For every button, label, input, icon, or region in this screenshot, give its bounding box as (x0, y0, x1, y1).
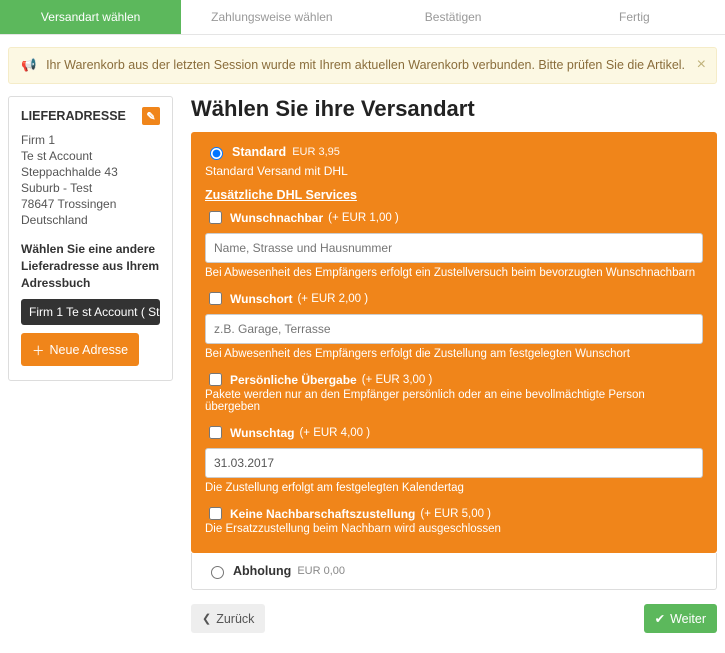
back-button[interactable]: ❮ Zurück (191, 604, 265, 633)
service-label: Keine Nachbarschaftszustellung (230, 507, 415, 521)
shipping-standard-radio[interactable] (210, 147, 223, 160)
plus-icon: ＋ (32, 340, 45, 359)
service-wunschort: Wunschort (+ EUR 2,00 ) Bei Abwesenheit … (205, 289, 703, 360)
edit-address-icon[interactable]: ✎ (142, 107, 160, 125)
megaphone-icon: 📢 (21, 58, 37, 72)
service-wunschtag: Wunschtag (+ EUR 4,00 ) Die Zustellung e… (205, 423, 703, 494)
service-keine-nachbarschaft: Keine Nachbarschaftszustellung (+ EUR 5,… (205, 504, 703, 535)
address-line: 78647 Trossingen (21, 197, 160, 211)
service-wunschnachbar: Wunschnachbar (+ EUR 1,00 ) Bei Abwesenh… (205, 208, 703, 279)
service-desc: Die Zustellung erfolgt am festgelegten K… (205, 482, 703, 494)
alert-close-icon[interactable]: × (697, 56, 706, 74)
service-price: (+ EUR 4,00 ) (299, 427, 370, 439)
service-wunschnachbar-input[interactable] (205, 233, 703, 263)
choose-other-address-label: Wählen Sie eine andere Lieferadresse aus… (21, 241, 160, 291)
service-wunschort-checkbox[interactable] (209, 292, 222, 305)
service-keine-nachbarschaft-checkbox[interactable] (209, 507, 222, 520)
shipping-standard-name: Standard (232, 145, 286, 159)
shipping-pickup-radio[interactable] (211, 566, 224, 579)
service-desc: Pakete werden nur an den Empfänger persö… (205, 389, 703, 413)
service-persoenliche-uebergabe: Persönliche Übergabe (+ EUR 3,00 ) Paket… (205, 370, 703, 413)
service-desc: Die Ersatzzustellung beim Nachbarn wird … (205, 523, 703, 535)
chevron-left-icon: ❮ (202, 612, 211, 625)
address-book-select[interactable]: Firm 1 Te st Account ( Step ▼ (21, 299, 160, 325)
check-icon: ✔ (655, 611, 665, 626)
shipping-standard-price: EUR 3,95 (292, 146, 340, 158)
shipping-pickup-price: EUR 0,00 (297, 565, 345, 577)
service-label: Wunschort (230, 292, 292, 306)
shipping-pickup-box: Abholung EUR 0,00 (191, 553, 717, 590)
address-line: Te st Account (21, 149, 160, 163)
dhl-services-title: Zusätzliche DHL Services (205, 188, 703, 202)
address-line: Deutschland (21, 213, 160, 227)
checkout-steps: Versandart wählen Zahlungsweise wählen B… (0, 0, 725, 35)
service-wunschtag-checkbox[interactable] (209, 426, 222, 439)
delivery-address-panel: LIEFERADRESSE ✎ Firm 1 Te st Account Ste… (8, 96, 173, 381)
step-done[interactable]: Fertig (544, 0, 725, 34)
service-label: Wunschnachbar (230, 211, 323, 225)
address-line: Firm 1 (21, 133, 160, 147)
new-address-button[interactable]: ＋ Neue Adresse (21, 333, 139, 366)
service-price: (+ EUR 2,00 ) (297, 293, 368, 305)
service-label: Persönliche Übergabe (230, 373, 357, 387)
address-line: Steppachhalde 43 (21, 165, 160, 179)
service-wunschort-input[interactable] (205, 314, 703, 344)
service-desc: Bei Abwesenheit des Empfängers erfolgt e… (205, 267, 703, 279)
delivery-address-title: LIEFERADRESSE (21, 109, 126, 123)
page-title: Wählen Sie ihre Versandart (191, 96, 717, 122)
address-select-value: Firm 1 Te st Account ( Step (29, 305, 160, 319)
service-price: (+ EUR 5,00 ) (420, 508, 491, 520)
service-label: Wunschtag (230, 426, 294, 440)
service-persoenliche-checkbox[interactable] (209, 373, 222, 386)
shipping-standard-desc: Standard Versand mit DHL (205, 164, 703, 178)
next-label: Weiter (670, 612, 706, 626)
service-price: (+ EUR 3,00 ) (362, 374, 433, 386)
shipping-pickup-name: Abholung (233, 564, 291, 578)
service-price: (+ EUR 1,00 ) (328, 212, 399, 224)
next-button[interactable]: ✔ Weiter (644, 604, 717, 633)
step-shipping[interactable]: Versandart wählen (0, 0, 181, 34)
cart-merged-alert: 📢 Ihr Warenkorb aus der letzten Session … (8, 47, 717, 84)
service-desc: Bei Abwesenheit des Empfängers erfolgt d… (205, 348, 703, 360)
back-label: Zurück (216, 612, 254, 626)
new-address-label: Neue Adresse (50, 343, 129, 357)
address-line: Suburb - Test (21, 181, 160, 195)
shipping-standard-box: Standard EUR 3,95 Standard Versand mit D… (191, 132, 717, 553)
step-confirm[interactable]: Bestätigen (363, 0, 544, 34)
alert-text: Ihr Warenkorb aus der letzten Session wu… (46, 58, 685, 72)
service-wunschtag-input[interactable] (205, 448, 703, 478)
service-wunschnachbar-checkbox[interactable] (209, 211, 222, 224)
step-payment[interactable]: Zahlungsweise wählen (181, 0, 362, 34)
